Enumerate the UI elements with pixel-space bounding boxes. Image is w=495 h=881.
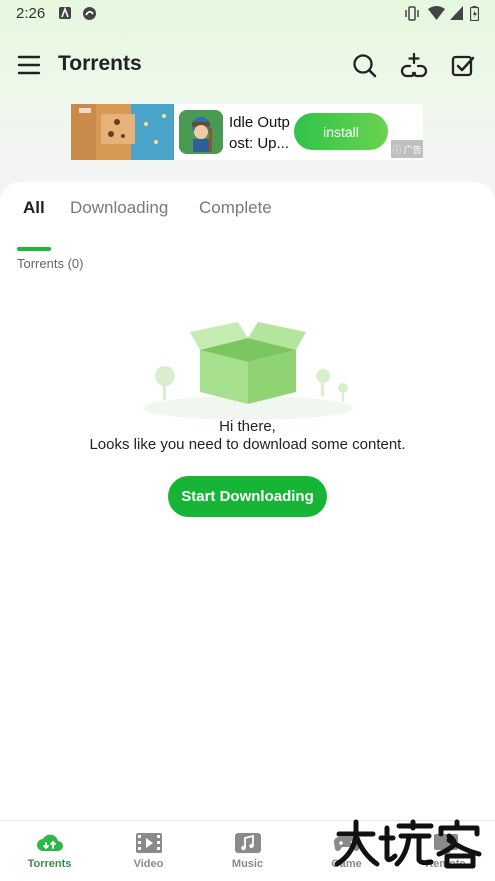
ad-install-button[interactable]: install: [294, 113, 388, 150]
empty-box-illustration: [143, 322, 353, 420]
tab-bar: All Downloading Complete: [0, 198, 495, 251]
cloud-download-icon: [37, 834, 63, 851]
select-icon[interactable]: [449, 52, 477, 80]
app-notification-icon-2: [83, 7, 96, 20]
wifi-icon: [428, 6, 445, 20]
ad-game-image: [71, 104, 174, 160]
status-bar: 2:26: [0, 0, 495, 28]
app-bar: Torrents: [0, 40, 495, 90]
nav-label-remote: Remote: [425, 858, 466, 870]
nav-item-video[interactable]: Video: [99, 821, 198, 881]
battery-icon: [470, 6, 479, 21]
ad-app-name: Idle Outp ost: Up...: [229, 114, 290, 152]
nav-item-remote[interactable]: Remote: [396, 821, 495, 881]
music-icon: [235, 833, 261, 853]
ad-badge: ⓘ 广告: [391, 140, 423, 158]
signal-icon: [450, 6, 463, 20]
nav-label-video: Video: [133, 858, 164, 870]
start-downloading-button[interactable]: Start Downloading: [168, 476, 327, 517]
torrents-panel: All Downloading Complete Torrents (0) Hi…: [0, 182, 495, 820]
active-tab-indicator: [17, 247, 51, 251]
torrent-count: Torrents (0): [17, 256, 84, 271]
app-notification-icon: [59, 6, 71, 19]
nav-label-music: Music: [231, 858, 264, 870]
nav-label-torrents: Torrents: [27, 858, 72, 870]
nav-label-game: Game: [331, 858, 362, 870]
tab-all[interactable]: All: [23, 198, 45, 218]
menu-icon[interactable]: [16, 52, 42, 78]
remote-icon: [434, 834, 458, 853]
empty-state-greeting: Hi there,: [219, 418, 276, 435]
nav-item-torrents[interactable]: Torrents: [0, 821, 99, 881]
ad-banner[interactable]: Idle Outp ost: Up... install ⓘ 广告: [71, 104, 423, 160]
ad-badge-label: 广告: [403, 144, 422, 155]
search-icon[interactable]: [351, 52, 379, 80]
add-link-icon[interactable]: [400, 52, 428, 80]
tab-complete[interactable]: Complete: [199, 198, 272, 218]
status-time: 2:26: [16, 5, 46, 22]
vibrate-icon: [405, 6, 419, 21]
bottom-nav: Torrents Video Music Game Remote: [0, 820, 495, 881]
header-background: [0, 0, 495, 200]
film-icon: [136, 833, 162, 853]
ad-app-icon: [179, 110, 223, 154]
tab-downloading[interactable]: Downloading: [70, 198, 168, 218]
empty-state-message: Looks like you need to download some con…: [89, 436, 406, 453]
gamepad-icon: [333, 836, 361, 851]
page-title: Torrents: [58, 52, 142, 75]
nav-item-music[interactable]: Music: [198, 821, 297, 881]
nav-item-game[interactable]: Game: [297, 821, 396, 881]
